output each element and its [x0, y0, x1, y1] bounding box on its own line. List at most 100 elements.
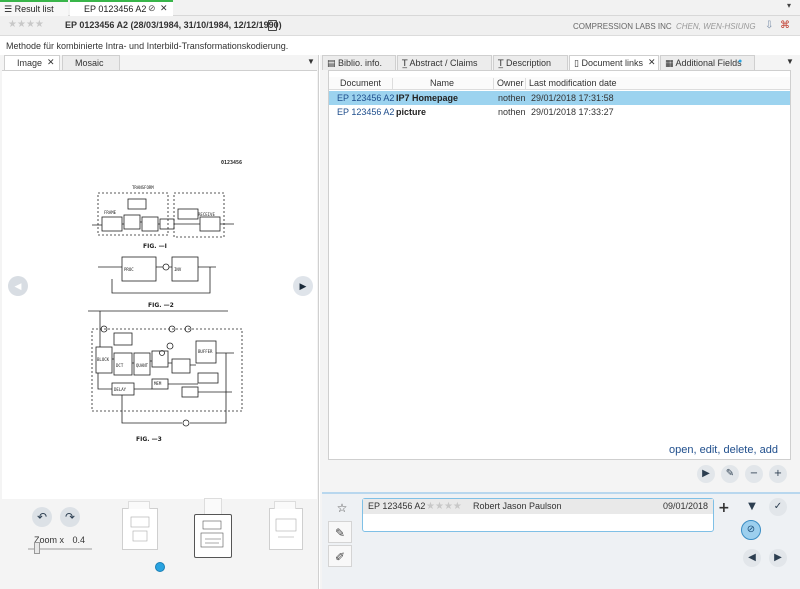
tab-mosaic-label: Mosaic: [75, 58, 104, 68]
close-tab-icon[interactable]: ✕: [47, 56, 55, 70]
star-icon[interactable]: ★: [17, 19, 26, 30]
star-icon[interactable]: ★: [453, 501, 462, 512]
pencil-icon: ✎: [725, 468, 735, 479]
user-rating-icon[interactable]: ☆: [330, 497, 354, 519]
note-rating-stars[interactable]: ★★★★: [426, 499, 462, 514]
zoom-slider-thumb[interactable]: [34, 542, 40, 554]
page-position-indicator[interactable]: [155, 562, 165, 572]
add-note-plus-icon[interactable]: +: [718, 500, 730, 516]
patent-drawing: TRANSFORM FRAME RECEIVE PROC INV BLOCK D…: [88, 160, 243, 443]
patent-drawing-viewer[interactable]: TRANSFORM FRAME RECEIVE PROC INV BLOCK D…: [2, 70, 317, 499]
chevron-left-icon: ◀: [748, 552, 756, 563]
rotate-right-button[interactable]: ↷: [60, 507, 80, 527]
thumbs-down-icon: ▼: [748, 501, 756, 512]
cell-document: EP 123456 A2: [337, 93, 395, 103]
delete-link[interactable]: delete: [723, 444, 753, 456]
tab-abstract-claims[interactable]: T̲ Abstract / Claims: [397, 55, 492, 70]
tab-result-list[interactable]: ☰ Result list: [0, 0, 68, 16]
open-link[interactable]: open: [669, 444, 693, 456]
block-button[interactable]: ⊘: [741, 520, 761, 540]
column-header-document[interactable]: Document: [340, 78, 381, 88]
delete-button[interactable]: −: [745, 465, 763, 483]
cell-name: IP7 Homepage: [396, 93, 459, 103]
previous-page-button[interactable]: ◀: [8, 276, 28, 296]
plus-icon: +: [773, 468, 783, 479]
tab-document-links[interactable]: ▯ Document links ✕: [569, 55, 659, 70]
note-document: EP 123456 A2: [368, 501, 426, 511]
cell-date: 29/01/2018 17:33:27: [531, 107, 614, 117]
cell-owner: nothen: [498, 93, 526, 103]
tab-image-label: Image: [17, 58, 43, 68]
tab-document[interactable]: EP 0123456 A2 ⊘ ✕: [70, 0, 173, 16]
star-icon[interactable]: ★: [426, 501, 435, 512]
close-tab-icon[interactable]: ✕: [648, 56, 656, 70]
next-page-button[interactable]: ▶: [293, 276, 313, 296]
svg-text:DELAY: DELAY: [114, 387, 127, 392]
star-icon[interactable]: ★: [435, 501, 444, 512]
tab-additional-fields[interactable]: ▦ Additional Fields ●: [660, 55, 755, 70]
separator: ,: [693, 444, 697, 456]
download-icon[interactable]: ⇩: [765, 20, 773, 31]
fig2-label: FIG. —2: [148, 302, 174, 309]
column-header-name[interactable]: Name: [430, 78, 454, 88]
chevron-right-icon: ▶: [774, 552, 782, 563]
column-header-modified[interactable]: Last modification date: [529, 78, 617, 88]
add-button[interactable]: +: [769, 465, 787, 483]
panel-menu-icon[interactable]: ▼: [786, 57, 794, 66]
pdf-icon[interactable]: ⌘: [780, 20, 790, 31]
column-divider: [392, 78, 393, 90]
add-link[interactable]: add: [760, 444, 778, 456]
tab-description[interactable]: T̲ Description: [493, 55, 568, 70]
star-icon[interactable]: ★: [35, 19, 44, 30]
panel-menu-icon[interactable]: ▼: [307, 57, 315, 66]
table-row[interactable]: EP 123456 A2 picture nothen 29/01/2018 1…: [329, 105, 790, 119]
fig1-label: FIG. —I: [143, 243, 167, 250]
badge-dot-icon: ●: [738, 58, 743, 65]
page-thumbnail[interactable]: [269, 508, 303, 550]
edit-button[interactable]: ✎: [721, 465, 739, 483]
text-icon: T̲: [402, 59, 408, 69]
tab-mosaic[interactable]: Mosaic: [62, 55, 120, 70]
page-thumbnail[interactable]: [122, 508, 158, 550]
document-links-table: [328, 70, 791, 460]
tab-menu-icon[interactable]: ▾: [787, 1, 791, 10]
table-row[interactable]: EP 123456 A2 IP7 Homepage nothen 29/01/2…: [329, 91, 790, 105]
star-icon[interactable]: ★: [444, 501, 453, 512]
page-thumbnail-current[interactable]: [194, 514, 232, 558]
svg-text:QUANT: QUANT: [136, 363, 149, 368]
biblio-icon: ▤: [327, 59, 336, 69]
tab-image[interactable]: Image ✕: [4, 55, 60, 70]
thumbnail-preview: [275, 518, 297, 538]
tab-biblio-info[interactable]: ▤ Biblio. info.: [322, 55, 396, 70]
separator: ,: [753, 444, 757, 456]
svg-text:TRANSFORM: TRANSFORM: [132, 185, 154, 190]
tab-document-label: EP 0123456 A2: [84, 4, 147, 14]
star-icon[interactable]: ★: [8, 19, 17, 30]
prohibited-icon: ⊘: [746, 524, 756, 535]
applicant-company: COMPRESSION LABS INC: [573, 22, 672, 31]
column-header-owner[interactable]: Owner: [497, 78, 524, 88]
rating-stars[interactable]: ★★★★: [8, 19, 44, 30]
previous-note-button[interactable]: ◀: [743, 549, 761, 567]
edit-link[interactable]: edit: [700, 444, 718, 456]
separator: ,: [717, 444, 721, 456]
paperclip-icon: ⊘: [148, 4, 156, 14]
text-icon: T̲: [498, 59, 504, 69]
cell-name: picture: [396, 107, 427, 117]
rotate-left-button[interactable]: ↶: [32, 507, 52, 527]
edit-note-button[interactable]: ✐: [328, 545, 352, 567]
document-title: EP 0123456 A2 (28/03/1984, 31/10/1984, 1…: [65, 20, 282, 30]
copy-icon[interactable]: [268, 20, 277, 31]
add-note-button[interactable]: ✎: [328, 521, 352, 543]
thumbs-down-button[interactable]: ▼: [743, 498, 761, 516]
play-icon: ▶: [702, 468, 710, 479]
open-button[interactable]: ▶: [697, 465, 715, 483]
list-icon: ☰: [4, 5, 13, 15]
approve-button[interactable]: ✓: [769, 498, 787, 516]
close-tab-icon[interactable]: ✕: [160, 2, 168, 17]
next-note-button[interactable]: ▶: [769, 549, 787, 567]
document-icon: ▯: [574, 59, 579, 69]
star-icon[interactable]: ★: [26, 19, 35, 30]
chevron-right-icon: ▶: [299, 282, 307, 292]
thumbnail-tab: [274, 501, 296, 509]
